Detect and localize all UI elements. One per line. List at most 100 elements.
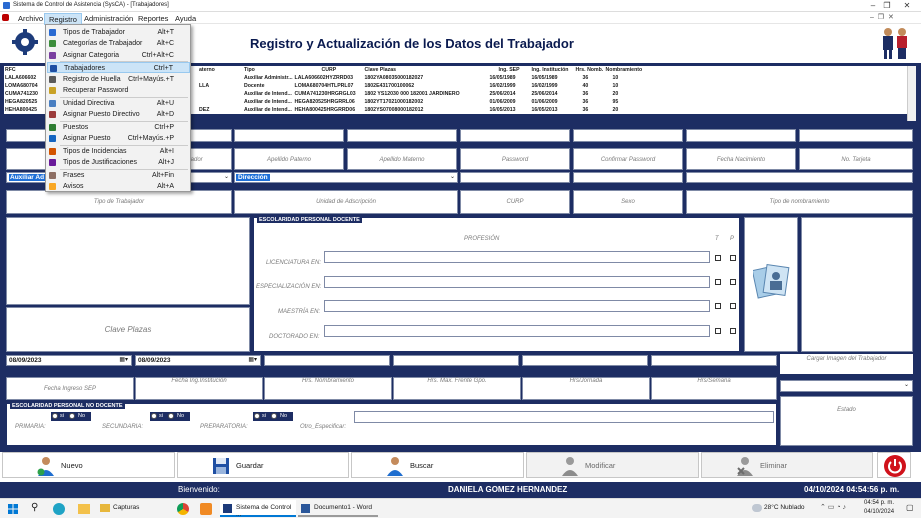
- buscar-button[interactable]: Buscar: [351, 452, 524, 478]
- eliminar-button[interactable]: Eliminar: [701, 452, 873, 478]
- table-cell: 16/05/1989: [489, 75, 516, 81]
- guardar-button[interactable]: Guardar: [177, 452, 349, 478]
- col-curp[interactable]: CURP: [294, 66, 364, 74]
- cargar-imagen-link[interactable]: Cargar Imagen del Trabajador: [780, 354, 913, 374]
- menu-item-puestos[interactable]: Puestos Ctrl+P: [47, 122, 190, 133]
- calendar-icon[interactable]: ▦▾: [248, 356, 257, 363]
- menu-item-recuperar-password[interactable]: Recuperar Password: [47, 85, 190, 96]
- clock-time[interactable]: 04:54 p. m.: [864, 500, 894, 506]
- edge-icon[interactable]: [53, 503, 65, 515]
- checkbox-maestria-t[interactable]: [715, 303, 721, 309]
- modificar-button[interactable]: Modificar: [526, 452, 699, 478]
- label-secundaria-si: si: [159, 413, 163, 419]
- radio-primaria-no[interactable]: [69, 413, 75, 419]
- select-unidad-adscripcion[interactable]: Dirección ⌄: [234, 172, 458, 183]
- clock-date[interactable]: 04/10/2024: [864, 509, 894, 515]
- chevron-down-icon[interactable]: ⌄: [450, 173, 455, 180]
- checkbox-doctorado-p[interactable]: [730, 328, 736, 334]
- menu-item-asignar-puesto[interactable]: Asignar Puesto Ctrl+Mayús.+P: [47, 133, 190, 144]
- checkbox-licenciatura-t[interactable]: [715, 255, 721, 261]
- col-ing-sep[interactable]: Ing. SEP: [489, 66, 531, 74]
- field-hrs-semana[interactable]: [651, 355, 777, 366]
- menu-item-trabajadores[interactable]: Trabajadores Ctrl+T: [47, 62, 190, 74]
- field-apellido-paterno[interactable]: [234, 129, 344, 142]
- radio-primaria-si[interactable]: [52, 413, 58, 419]
- input-maestria[interactable]: [324, 300, 710, 312]
- nuevo-button[interactable]: Nuevo: [2, 452, 175, 478]
- col-hrs-nomb[interactable]: Hrs. Nomb.: [575, 66, 605, 74]
- field-hrs-max-frente[interactable]: [393, 355, 519, 366]
- col-clave-plazas[interactable]: Clave Plazas: [364, 66, 489, 74]
- field-confirm-password[interactable]: [573, 129, 683, 142]
- menu-archivo[interactable]: Archivo: [14, 13, 47, 24]
- table-scrollbar[interactable]: [907, 66, 916, 121]
- menu-item-registro-de-huella[interactable]: Registro de Huella Ctrl+Mayús.+T: [47, 74, 190, 85]
- radio-secundaria-si[interactable]: [151, 413, 157, 419]
- menu-item-asignar-puesto-directivo[interactable]: Asignar Puesto Directivo Alt+D: [47, 109, 190, 120]
- field-no-tarjeta[interactable]: [799, 129, 913, 142]
- sysca-task[interactable]: Sistema de Control ...: [220, 500, 296, 518]
- field-sexo[interactable]: [573, 172, 683, 183]
- chevron-down-icon[interactable]: ⌄: [224, 173, 229, 180]
- menu-item-tipos-de-incidencias[interactable]: Tipos de Incidencias Alt+I: [47, 146, 190, 157]
- input-doctorado[interactable]: [324, 325, 710, 337]
- menu-item-asignar-categoria[interactable]: Asignar Categoria Ctrl+Alt+C: [47, 50, 190, 61]
- input-otro-especificar[interactable]: [354, 411, 774, 423]
- table-cell: Auxiliar de Intend...: [244, 91, 292, 97]
- radio-preparatoria-no[interactable]: [271, 413, 277, 419]
- date-ingreso-sep[interactable]: 08/09/2023 ▦▾: [6, 355, 132, 366]
- label-secundaria-no: No: [177, 413, 185, 419]
- menu-ayuda[interactable]: Ayuda: [171, 13, 200, 24]
- col-tipo[interactable]: Tipo: [224, 66, 294, 74]
- input-especializacion[interactable]: [324, 276, 710, 288]
- menu-item-label: Recuperar Password: [63, 87, 129, 94]
- input-licenciatura[interactable]: [324, 251, 710, 263]
- select-estado[interactable]: ⌄: [780, 380, 913, 392]
- menu-reportes[interactable]: Reportes: [134, 13, 172, 24]
- col-ing-institucion[interactable]: Ing. Institución: [531, 66, 575, 74]
- menu-item-unidad-directiva[interactable]: Unidad Directiva Alt+U: [47, 98, 190, 109]
- app-shortcut-icon[interactable]: [200, 503, 212, 515]
- col-rfc[interactable]: RFC: [4, 66, 44, 74]
- menu-administracion[interactable]: Administración: [80, 13, 137, 24]
- radio-preparatoria-si[interactable]: [254, 413, 260, 419]
- weather-label[interactable]: 28°C Nublado: [764, 504, 805, 511]
- chevron-down-icon[interactable]: ⌄: [904, 381, 909, 388]
- field-tipo-nombramiento[interactable]: [686, 172, 913, 183]
- radio-secundaria-no[interactable]: [168, 413, 174, 419]
- field-hrs-jornada[interactable]: [522, 355, 648, 366]
- close-button[interactable]: ✕: [898, 1, 916, 11]
- field-fecha-nacimiento[interactable]: [686, 129, 796, 142]
- capturas-task[interactable]: Capturas: [98, 501, 166, 517]
- checkbox-doctorado-t[interactable]: [715, 328, 721, 334]
- word-task[interactable]: Documento1 - Word: [298, 500, 378, 517]
- mdi-controls[interactable]: – ❐ ✕: [870, 13, 894, 21]
- field-hrs-nombramiento[interactable]: [264, 355, 390, 366]
- menu-item-frases[interactable]: Frases Alt+Fin: [47, 170, 190, 181]
- field-password[interactable]: [460, 129, 570, 142]
- chrome-icon[interactable]: [177, 503, 189, 515]
- date-ingreso-institucion[interactable]: 08/09/2023 ▦▾: [135, 355, 261, 366]
- table-cell: HEGA820525: [5, 99, 38, 105]
- restore-button[interactable]: ❐: [878, 1, 896, 11]
- search-icon[interactable]: ⚲: [31, 502, 38, 513]
- calendar-icon[interactable]: ▦▾: [119, 356, 128, 363]
- menu-item-categor-as-de-trabajador[interactable]: Categorías de Trabajador Alt+C: [47, 38, 190, 49]
- checkbox-especializacion-p[interactable]: [730, 279, 736, 285]
- field-apellido-materno[interactable]: [347, 129, 457, 142]
- photo-frame[interactable]: [744, 217, 798, 352]
- checkbox-especializacion-t[interactable]: [715, 279, 721, 285]
- file-explorer-icon[interactable]: [78, 504, 90, 514]
- power-button[interactable]: [877, 452, 911, 478]
- clave-plazas-list[interactable]: [6, 217, 250, 305]
- notification-icon[interactable]: ▢: [906, 503, 914, 512]
- menu-item-tipos-de-trabajador[interactable]: Tipos de Trabajador Alt+T: [47, 27, 190, 38]
- windows-start-icon[interactable]: [8, 504, 18, 514]
- checkbox-maestria-p[interactable]: [730, 303, 736, 309]
- field-curp[interactable]: [460, 172, 570, 183]
- menu-item-tipos-de-justificaciones[interactable]: Tipos de Justificaciones Alt+J: [47, 157, 190, 168]
- col-nombramiento[interactable]: Nombramiento: [605, 66, 916, 74]
- menu-item-avisos[interactable]: Avisos Alt+A: [47, 181, 190, 192]
- tray-icons[interactable]: ⌃ ▭ ◔ ♪: [820, 503, 846, 511]
- checkbox-licenciatura-p[interactable]: [730, 255, 736, 261]
